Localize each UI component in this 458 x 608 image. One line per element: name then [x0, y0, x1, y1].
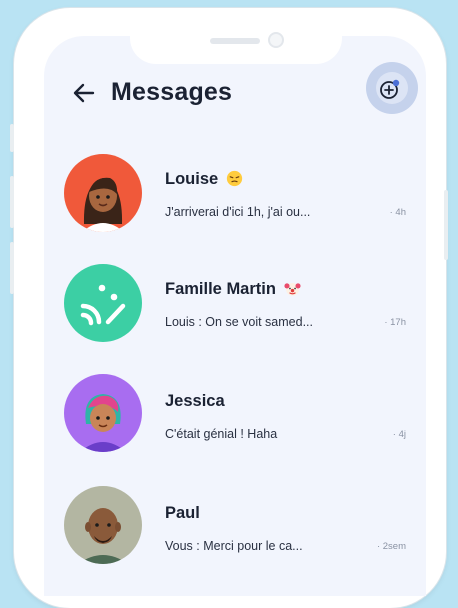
- message-time: · 4j: [392, 429, 406, 440]
- back-arrow-icon[interactable]: [72, 82, 96, 104]
- clown-face-emoji: [283, 282, 301, 296]
- new-message-button[interactable]: [366, 62, 418, 114]
- message-time: · 4h: [389, 207, 406, 218]
- speaker-grille: [210, 38, 260, 44]
- message-preview: Louis : On se voit samed...: [165, 315, 313, 329]
- contact-name: Louise: [165, 170, 243, 189]
- group-name: Famille Martin: [165, 280, 301, 299]
- conversation-item[interactable]: Louise J'arriverai d'ici 1h, j'ai ou... …: [0, 150, 458, 250]
- message-time: · 2sem: [376, 541, 406, 552]
- avatar: [64, 264, 142, 342]
- conversation-item[interactable]: Famille Martin Louis : On se voit samed.…: [0, 260, 458, 360]
- message-preview: J'arriverai d'ici 1h, j'ai ou...: [165, 205, 311, 219]
- conversation-item[interactable]: Paul Vous : Merci pour le ca... · 2sem: [0, 484, 458, 584]
- avatar: [64, 154, 142, 232]
- message-preview: Vous : Merci pour le ca...: [165, 539, 303, 553]
- contact-name: Jessica: [165, 392, 225, 410]
- phone-side-button: [10, 124, 14, 152]
- avatar: [64, 374, 142, 452]
- message-time: · 17h: [384, 317, 406, 328]
- conversation-item[interactable]: Jessica C'était génial ! Haha · 4j: [0, 372, 458, 472]
- avatar: [64, 486, 142, 564]
- front-camera: [268, 32, 284, 48]
- face-with-steam-emoji: [226, 170, 242, 187]
- contact-name: Paul: [165, 504, 200, 522]
- page-title: Messages: [111, 78, 233, 106]
- message-preview: C'était génial ! Haha: [165, 427, 278, 441]
- new-chat-icon: [380, 79, 400, 99]
